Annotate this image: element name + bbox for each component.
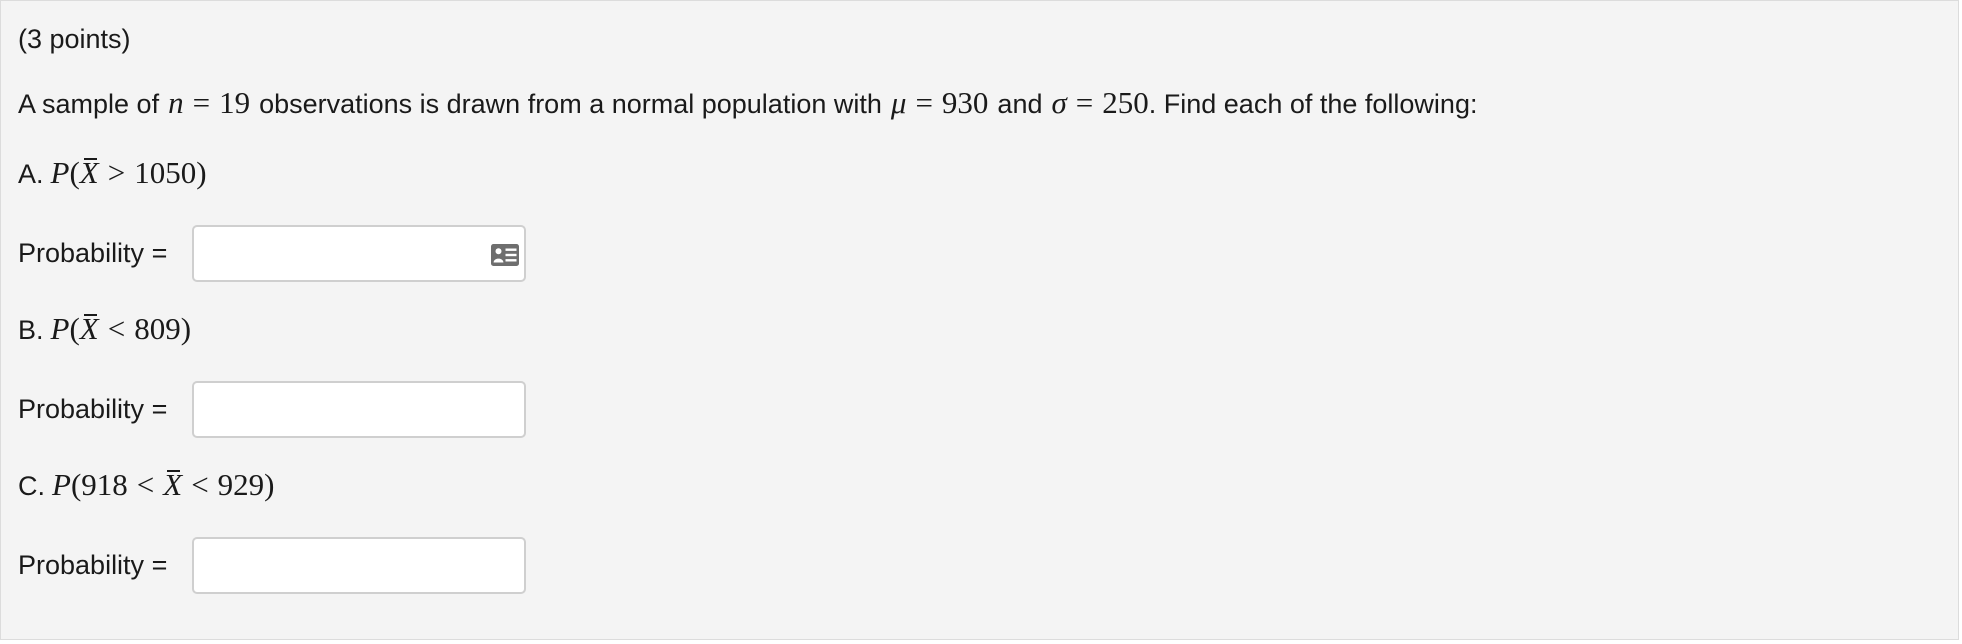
upper-bound: 929 bbox=[217, 467, 265, 502]
probability-symbol: P bbox=[52, 467, 71, 502]
part-c-answer-input[interactable] bbox=[194, 538, 524, 592]
operator: < bbox=[191, 467, 209, 502]
intro-text: and bbox=[997, 89, 1043, 119]
paren: ) bbox=[196, 155, 207, 190]
part-c-answer-row: Probability = bbox=[18, 535, 526, 595]
points-label: (3 points) bbox=[18, 24, 131, 54]
part-letter: B. bbox=[18, 315, 44, 345]
part-a-answer-row: Probability = bbox=[18, 223, 526, 283]
operator: < bbox=[107, 311, 126, 346]
x-bar-symbol: X bbox=[79, 311, 99, 346]
part-a-answer-input[interactable] bbox=[194, 226, 524, 280]
part-a-answer-box[interactable] bbox=[192, 224, 526, 282]
part-letter: C. bbox=[18, 471, 45, 501]
part-c-prompt: C. P(918 < X <929) bbox=[18, 469, 275, 502]
paren: ( bbox=[69, 311, 80, 346]
sample-size: 19 bbox=[219, 85, 251, 120]
paren: ( bbox=[69, 155, 80, 190]
paren: ) bbox=[264, 467, 275, 502]
part-c-answer-box[interactable] bbox=[192, 536, 526, 594]
equals-sign: = bbox=[915, 85, 933, 120]
paren: ( bbox=[70, 467, 82, 502]
equals-sign: = bbox=[1075, 85, 1094, 120]
part-b-answer-row: Probability = bbox=[18, 379, 526, 439]
paren: ) bbox=[180, 311, 192, 346]
x-bar-symbol: X bbox=[79, 155, 99, 190]
answer-preview-icon[interactable] bbox=[490, 243, 520, 267]
sigma-variable: σ bbox=[1051, 85, 1067, 120]
mu-variable: μ bbox=[890, 85, 907, 120]
bound-value: 809 bbox=[134, 311, 181, 346]
intro-text: observations is drawn from a normal popu… bbox=[259, 89, 882, 119]
bound-value: 1050 bbox=[134, 155, 197, 190]
operator: > bbox=[107, 155, 126, 190]
equals-sign: = bbox=[192, 85, 211, 120]
part-b-prompt: B. P(X <809) bbox=[18, 313, 191, 346]
part-a-prompt: A. P(X >1050) bbox=[18, 157, 207, 190]
n-variable: n bbox=[168, 85, 184, 120]
population-mean: 930 bbox=[941, 85, 989, 120]
operator: < bbox=[136, 467, 155, 502]
part-b-answer-box[interactable] bbox=[192, 380, 526, 438]
part-b-answer-input[interactable] bbox=[194, 382, 524, 436]
probability-symbol: P bbox=[50, 311, 70, 346]
x-bar-symbol: X bbox=[163, 467, 183, 502]
probability-label: Probability = bbox=[18, 549, 168, 580]
problem-statement: A sample of n = 19 observations is drawn fro… bbox=[18, 87, 1477, 120]
intro-text: . Find each of the following: bbox=[1148, 89, 1478, 119]
probability-label: Probability = bbox=[18, 237, 168, 268]
probability-symbol: P bbox=[50, 155, 70, 190]
population-sd: 250 bbox=[1102, 85, 1149, 120]
question-panel: (3 points) A sample of n = 19 observations i… bbox=[0, 0, 1959, 640]
lower-bound: 918 bbox=[81, 467, 128, 502]
intro-text: A sample of bbox=[18, 89, 160, 119]
probability-label: Probability = bbox=[18, 393, 168, 424]
part-letter: A. bbox=[18, 159, 44, 189]
